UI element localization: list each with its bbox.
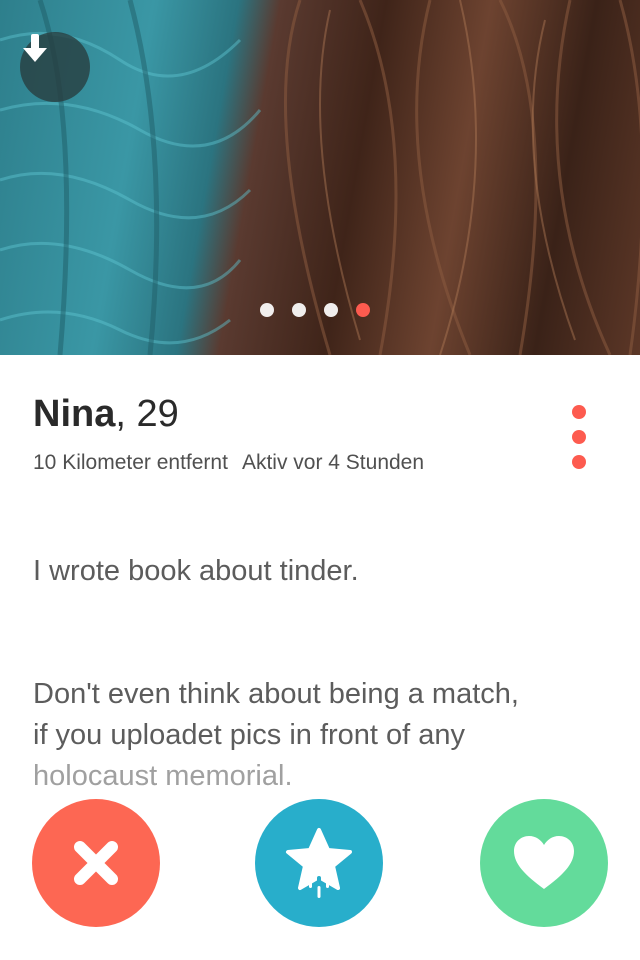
profile-age: , 29 xyxy=(115,393,179,435)
heart-icon xyxy=(514,836,574,889)
like-button[interactable] xyxy=(480,799,608,927)
bio-line: Don't even think about being a match, if… xyxy=(33,678,519,751)
photo-indicator xyxy=(260,303,370,317)
profile-bio: I wrote book about tinder. Don't even th… xyxy=(33,510,613,797)
bio-line: I wrote book about tinder. xyxy=(33,555,359,587)
profile-photo[interactable] xyxy=(0,0,640,355)
x-icon xyxy=(74,841,118,885)
more-options-button[interactable] xyxy=(562,405,596,469)
more-vertical-icon xyxy=(572,405,586,419)
bio-line-faded: holocaust memorial. xyxy=(33,760,293,792)
photo-texture xyxy=(0,0,640,355)
nope-button[interactable] xyxy=(32,799,160,927)
last-active-text: Aktiv vor 4 Stunden xyxy=(241,451,425,474)
star-icon xyxy=(286,828,352,898)
photo-dot[interactable] xyxy=(260,303,274,317)
photo-dot-active[interactable] xyxy=(356,303,370,317)
super-like-button[interactable] xyxy=(255,799,383,927)
photo-dot[interactable] xyxy=(292,303,306,317)
profile-meta: 10 Kilometer entfernt Aktiv vor 4 Stunden xyxy=(33,451,424,475)
arrow-down-icon xyxy=(23,34,47,62)
name-age: Nina, 29 xyxy=(33,393,179,436)
profile-name: Nina xyxy=(33,393,116,435)
download-button[interactable] xyxy=(20,32,90,102)
distance-text: 10 Kilometer entfernt xyxy=(33,451,228,474)
photo-dot[interactable] xyxy=(324,303,338,317)
